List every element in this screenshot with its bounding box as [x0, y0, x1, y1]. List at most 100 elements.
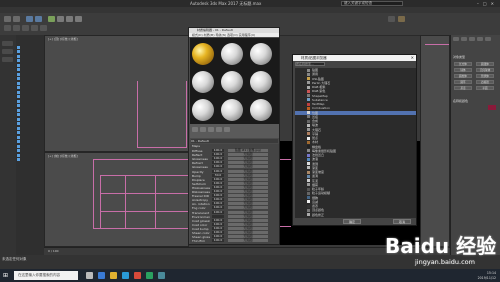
scene-object-row[interactable] [17, 50, 43, 54]
object-visibility-icon[interactable] [17, 81, 20, 85]
scene-object-row[interactable] [17, 144, 43, 148]
render-icon[interactable] [398, 16, 405, 22]
task-view-icon[interactable] [86, 272, 93, 279]
scene-object-row[interactable] [17, 113, 43, 117]
scene-object-row[interactable] [17, 149, 43, 153]
scene-object-row[interactable] [17, 131, 43, 135]
object-type-button[interactable]: 管状体 [476, 74, 494, 78]
scene-object-row[interactable] [17, 63, 43, 67]
mirror-icon[interactable] [31, 25, 38, 31]
scale-icon[interactable] [75, 16, 82, 22]
scene-object-row[interactable] [17, 122, 43, 126]
object-visibility-icon[interactable] [17, 59, 20, 62]
scene-object-row[interactable] [17, 153, 43, 157]
map-slot-button[interactable]: 无贴图 [228, 239, 268, 243]
windows-start-icon[interactable]: ⊞ [3, 272, 8, 279]
motion-tab-icon[interactable] [477, 37, 483, 41]
window-controls[interactable]: –□✕ [477, 1, 498, 6]
sample-slot[interactable] [221, 43, 243, 65]
snap-icon[interactable] [4, 25, 11, 31]
object-visibility-icon[interactable] [17, 72, 20, 76]
select-tool-button[interactable] [2, 41, 13, 46]
material-editor-menu[interactable]: 模式(D) 材质(M) 导航(N) 选项(O) 实用程序(U) [189, 33, 279, 37]
object-type-button[interactable]: 圆锥体 [476, 62, 494, 66]
object-visibility-icon[interactable] [17, 90, 20, 94]
object-type-button[interactable]: 几何球体 [476, 68, 494, 72]
display-tool-button[interactable] [2, 49, 13, 54]
map-amount-field[interactable]: 100.0 [212, 239, 224, 243]
edge-browser-icon[interactable] [98, 272, 105, 279]
modify-tab-icon[interactable] [461, 37, 467, 41]
scene-object-row[interactable] [17, 59, 43, 63]
object-visibility-icon[interactable] [17, 135, 20, 139]
select-icon[interactable] [48, 16, 55, 22]
percent-snap-icon[interactable] [22, 25, 29, 31]
sample-slot[interactable] [192, 71, 214, 93]
help-search-input[interactable]: 键入关键字或短语 [341, 1, 403, 6]
sample-slot[interactable] [221, 71, 243, 93]
name-color-section[interactable]: 名称和颜色 [453, 99, 499, 103]
assign-material-icon[interactable] [208, 127, 214, 132]
scene-object-row[interactable] [17, 99, 43, 103]
object-visibility-icon[interactable] [17, 50, 20, 53]
object-visibility-icon[interactable] [17, 153, 20, 157]
object-type-button[interactable]: 平面 [476, 86, 494, 90]
front-viewport[interactable]: [+] [前] [标准] [线框] [44, 152, 189, 247]
reset-material-icon[interactable] [216, 127, 222, 132]
object-visibility-icon[interactable] [17, 113, 20, 116]
command-panel-tabs[interactable] [453, 37, 499, 42]
unlink-icon[interactable] [35, 16, 42, 22]
object-type-button[interactable]: 圆柱体 [454, 74, 472, 78]
perspective-viewport[interactable] [420, 35, 450, 247]
object-type-button[interactable]: 四棱锥 [476, 80, 494, 84]
object-visibility-icon[interactable] [17, 108, 20, 112]
object-visibility-icon[interactable] [17, 99, 20, 103]
object-type-button[interactable]: 茶壶 [454, 86, 472, 90]
scene-object-row[interactable] [17, 45, 43, 49]
scene-object-row[interactable] [17, 108, 43, 112]
top-viewport[interactable]: [+] [顶] [标准] [线框] [44, 35, 189, 152]
map-slot-button[interactable]: 无贴图 [228, 206, 268, 210]
object-visibility-icon[interactable] [17, 77, 20, 80]
scene-object-row[interactable] [17, 126, 43, 130]
object-type-button[interactable]: 长方体 [454, 62, 472, 66]
map-amount-field[interactable]: 100.0 [212, 206, 224, 210]
object-visibility-icon[interactable] [17, 63, 20, 67]
angle-snap-icon[interactable] [13, 25, 20, 31]
scene-object-row[interactable] [17, 86, 43, 90]
object-type-button[interactable]: 圆环 [454, 80, 472, 84]
scene-object-row[interactable] [17, 90, 43, 94]
sample-slot[interactable] [192, 99, 214, 121]
show-map-icon[interactable] [224, 127, 230, 132]
ok-button[interactable]: 确定 [343, 219, 361, 224]
object-visibility-icon[interactable] [17, 140, 20, 143]
undo-icon[interactable] [4, 16, 11, 22]
scene-object-row[interactable] [17, 77, 43, 81]
sample-slot[interactable] [250, 99, 272, 121]
object-visibility-icon[interactable] [17, 54, 20, 58]
object-type-section[interactable]: 对象类型 [453, 55, 499, 59]
object-visibility-icon[interactable] [17, 45, 20, 49]
browser-search-input[interactable]: 按名称搜索... [295, 62, 325, 66]
object-type-button[interactable]: 球体 [454, 68, 472, 72]
scene-object-row[interactable] [17, 158, 43, 162]
sample-slot[interactable] [221, 99, 243, 121]
object-visibility-icon[interactable] [17, 126, 20, 130]
scene-object-row[interactable] [17, 95, 43, 99]
object-color-swatch[interactable] [488, 105, 496, 110]
filter-tool-button[interactable] [2, 57, 13, 62]
scene-object-row[interactable] [17, 135, 43, 139]
render-setup-icon[interactable] [388, 16, 395, 22]
taskbar-search-input[interactable]: 在这里输入你要搜索的内容 [14, 271, 78, 280]
object-visibility-icon[interactable] [17, 158, 20, 161]
map-slot-button[interactable]: 无贴图 [228, 165, 268, 169]
wechat-icon[interactable] [146, 272, 153, 279]
scene-object-row[interactable] [17, 117, 43, 121]
link-icon[interactable] [26, 16, 33, 22]
redo-icon[interactable] [13, 16, 20, 22]
scene-object-row[interactable] [17, 104, 43, 108]
create-tab-icon[interactable] [453, 37, 459, 41]
cancel-button[interactable]: 取消 [393, 219, 411, 224]
material-name-field[interactable]: 01 - Default [191, 139, 278, 143]
object-visibility-icon[interactable] [17, 149, 20, 152]
